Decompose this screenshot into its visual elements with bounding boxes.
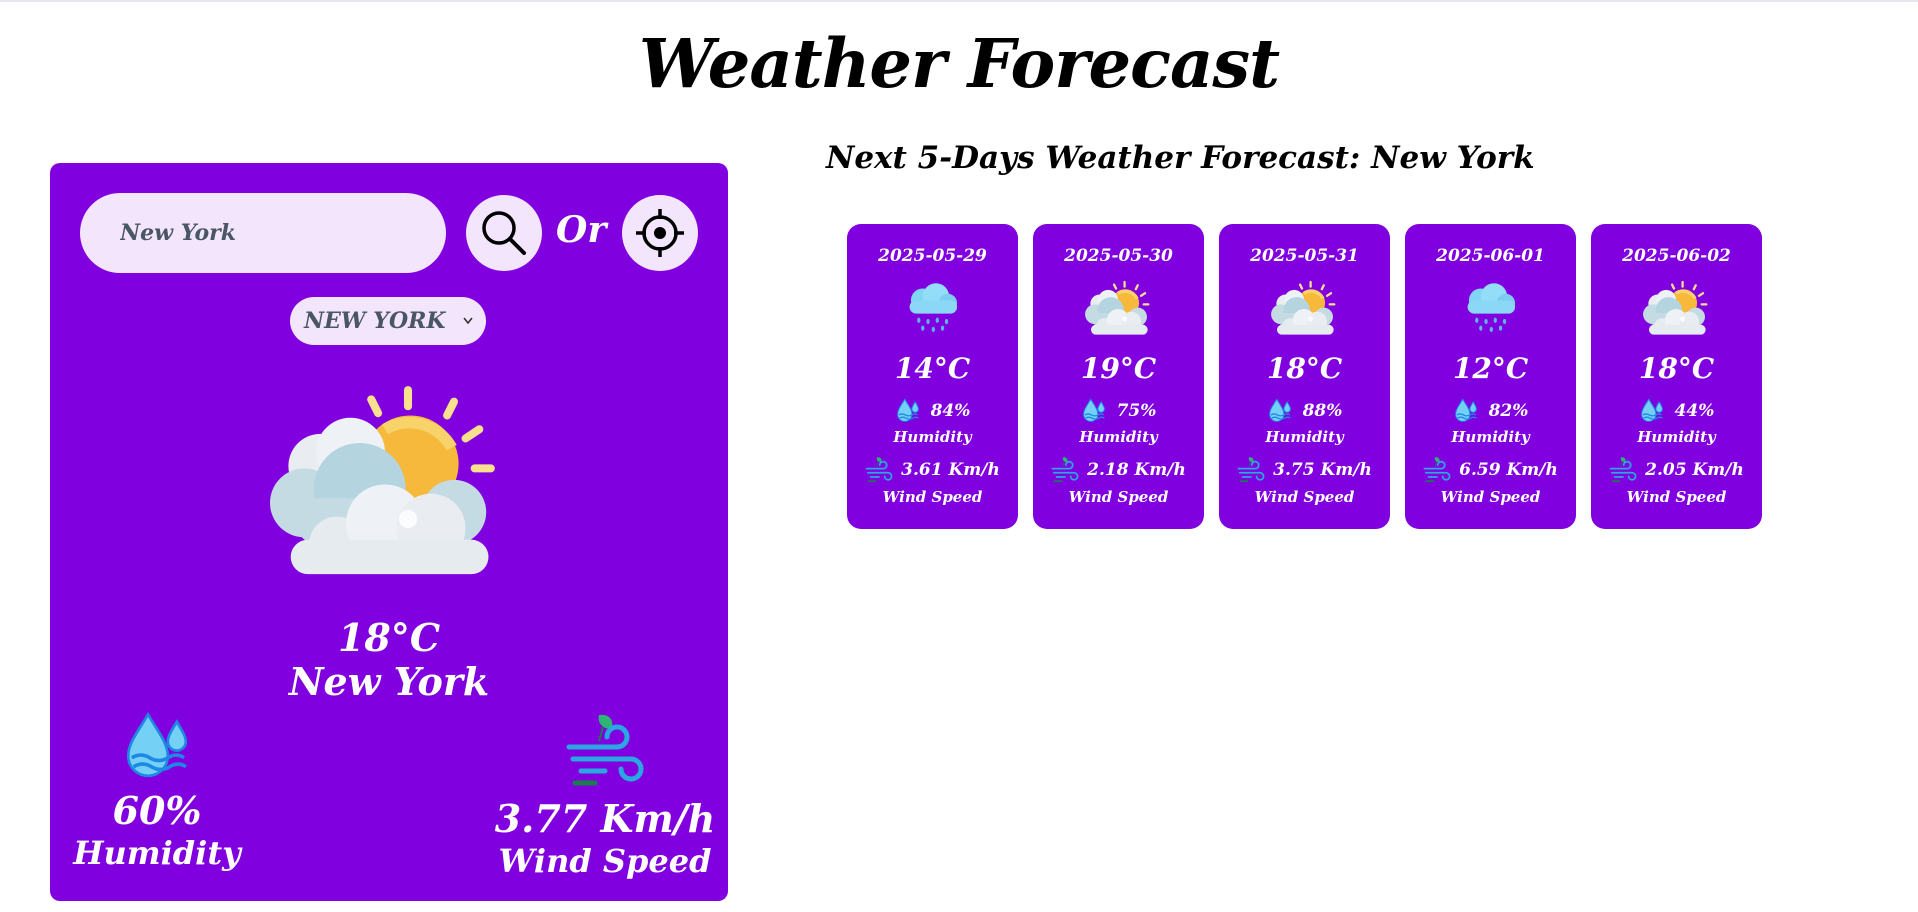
forecast-temperature: 18°C <box>1638 352 1715 385</box>
humidity-icon <box>895 398 921 424</box>
forecast-card: 2025-05-31 18°C 88% Humidity 3.75 Km/h W… <box>1219 224 1390 529</box>
current-city: New York <box>288 659 490 704</box>
chevron-down-icon <box>463 317 473 325</box>
page-title: Weather Forecast <box>638 24 1280 103</box>
sun-behind-clouds-icon <box>1085 280 1151 336</box>
forecast-card: 2025-05-29 14°C 84% Humidity 3.61 Km/h W… <box>847 224 1018 529</box>
wind-value: 3.77 Km/h <box>494 796 716 841</box>
forecast-humidity: 44% <box>1674 401 1715 421</box>
forecast-humidity-label: Humidity <box>1451 428 1530 446</box>
forecast-temperature: 12°C <box>1452 352 1529 385</box>
current-wind: 3.77 Km/h Wind Speed <box>490 711 720 881</box>
forecast-date: 2025-05-30 <box>1064 246 1173 266</box>
sun-behind-clouds-icon <box>1271 280 1337 336</box>
forecast-wind-label: Wind Speed <box>1440 488 1541 506</box>
forecast-card: 2025-05-30 19°C 75% Humidity 2.18 Km/h W… <box>1033 224 1204 529</box>
rain-cloud-icon <box>1457 280 1523 334</box>
forecast-wind: 2.05 Km/h <box>1645 460 1744 480</box>
forecast-wind-label: Wind Speed <box>1254 488 1355 506</box>
wind-icon <box>1609 456 1637 484</box>
forecast-wind: 6.59 Km/h <box>1459 460 1558 480</box>
wind-icon <box>565 711 645 791</box>
humidity-value: 60% <box>112 788 202 833</box>
forecast-date: 2025-06-02 <box>1622 246 1731 266</box>
forecast-wind-label: Wind Speed <box>1626 488 1727 506</box>
city-search-input[interactable] <box>80 193 446 273</box>
city-select[interactable]: NEW YORK <box>290 297 486 345</box>
current-temperature: 18°C <box>337 615 441 660</box>
forecast-temperature: 19°C <box>1080 352 1157 385</box>
forecast-date: 2025-05-29 <box>878 246 987 266</box>
sun-behind-clouds-icon <box>270 381 500 581</box>
humidity-icon <box>1267 398 1293 424</box>
forecast-wind: 2.18 Km/h <box>1087 460 1186 480</box>
humidity-label: Humidity <box>73 834 241 872</box>
current-weather-panel: Or NEW YORK 18°C New York 60% Humidity 3… <box>50 163 728 901</box>
forecast-wind: 3.61 Km/h <box>901 460 1000 480</box>
or-label: Or <box>556 209 607 251</box>
current-humidity: 60% Humidity <box>68 711 246 873</box>
sun-behind-clouds-icon <box>1643 280 1709 336</box>
city-select-value: NEW YORK <box>304 308 446 334</box>
forecast-temperature: 14°C <box>894 352 971 385</box>
forecast-wind-label: Wind Speed <box>882 488 983 506</box>
wind-icon <box>1237 456 1265 484</box>
wind-icon <box>865 456 893 484</box>
wind-label: Wind Speed <box>498 842 712 880</box>
humidity-icon <box>1639 398 1665 424</box>
forecast-humidity-label: Humidity <box>893 428 972 446</box>
forecast-humidity: 88% <box>1302 401 1343 421</box>
forecast-card: 2025-06-02 18°C 44% Humidity 2.05 Km/h W… <box>1591 224 1762 529</box>
forecast-date: 2025-06-01 <box>1436 246 1545 266</box>
forecast-date: 2025-05-31 <box>1250 246 1359 266</box>
wind-icon <box>1423 456 1451 484</box>
search-icon <box>482 211 526 255</box>
humidity-icon <box>1453 398 1479 424</box>
forecast-wind: 3.75 Km/h <box>1273 460 1372 480</box>
crosshair-icon <box>636 209 684 257</box>
forecast-wind-label: Wind Speed <box>1068 488 1169 506</box>
humidity-icon <box>1081 398 1107 424</box>
forecast-temperature: 18°C <box>1266 352 1343 385</box>
humidity-icon <box>121 711 193 783</box>
forecast-humidity-label: Humidity <box>1079 428 1158 446</box>
forecast-humidity-label: Humidity <box>1265 428 1344 446</box>
forecast-heading: Next 5-Days Weather Forecast: New York <box>826 140 1535 176</box>
search-button[interactable] <box>466 195 542 271</box>
forecast-humidity: 75% <box>1116 401 1157 421</box>
current-location-button[interactable] <box>622 195 698 271</box>
forecast-humidity: 82% <box>1488 401 1529 421</box>
wind-icon <box>1051 456 1079 484</box>
rain-cloud-icon <box>899 280 965 334</box>
forecast-humidity: 84% <box>930 401 971 421</box>
forecast-card: 2025-06-01 12°C 82% Humidity 6.59 Km/h W… <box>1405 224 1576 529</box>
forecast-humidity-label: Humidity <box>1637 428 1716 446</box>
